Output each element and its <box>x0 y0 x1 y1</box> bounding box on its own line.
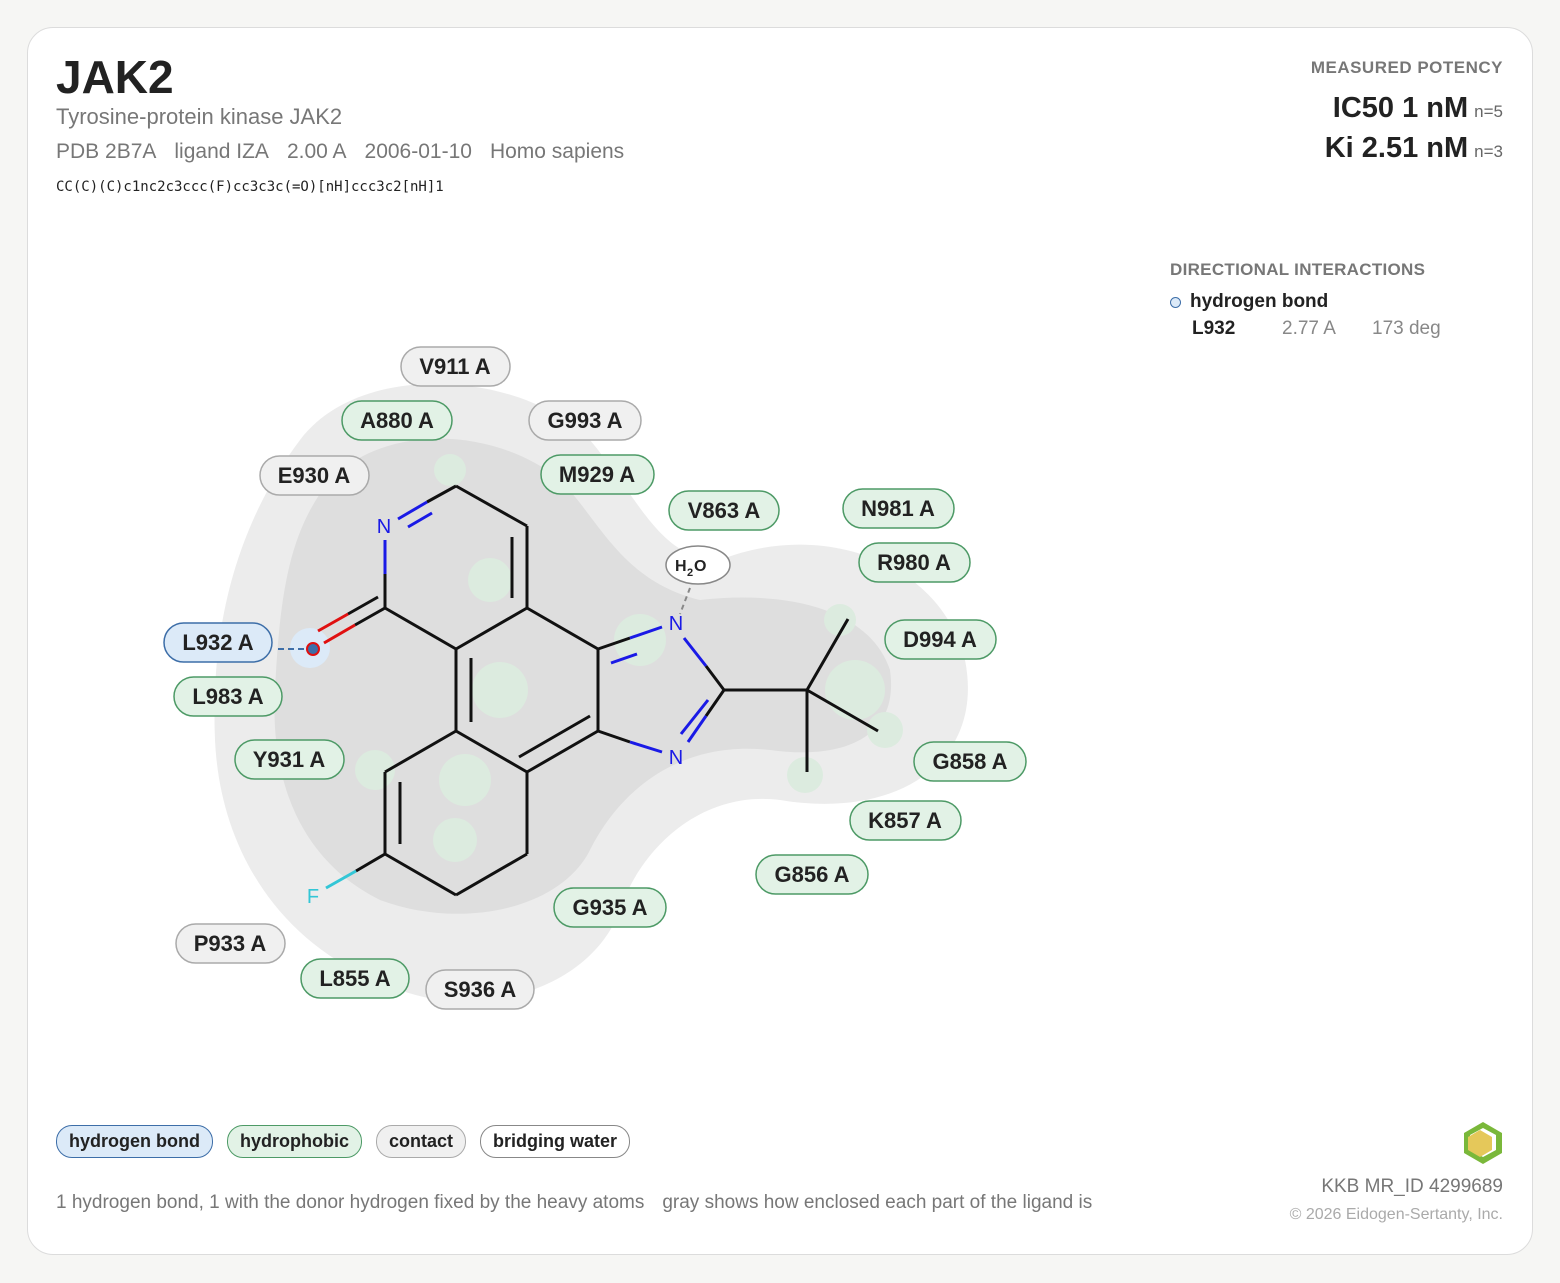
svg-text:L932 A: L932 A <box>182 630 253 655</box>
eidogen-logo-icon <box>1464 1122 1502 1164</box>
svg-text:P933 A: P933 A <box>194 931 267 956</box>
residue-r980[interactable]: R980 A <box>858 542 971 583</box>
atom-o-hbond <box>306 642 320 656</box>
atom-n-imidazole: N <box>669 747 683 769</box>
legend-contact: contact <box>375 1125 466 1158</box>
mr-id: KKB MR_ID 4299689 <box>1321 1176 1503 1197</box>
residue-l855[interactable]: L855 A <box>300 958 410 999</box>
copyright: © 2026 Eidogen-Sertanty, Inc. <box>1289 1206 1503 1223</box>
residue-g858[interactable]: G858 A <box>913 741 1027 782</box>
svg-text:G858 A: G858 A <box>932 749 1007 774</box>
footnote-enclosure: gray shows how enclosed each part of the… <box>662 1192 1093 1213</box>
residue-g993[interactable]: G993 A <box>528 400 642 441</box>
svg-text:M929 A: M929 A <box>559 462 635 487</box>
residue-p933[interactable]: P933 A <box>175 923 286 964</box>
interaction-diagram: N N N F H 2 O V911 A A880 A G993 A E930 … <box>163 346 1027 1010</box>
water-2: 2 <box>687 567 693 579</box>
svg-text:S936 A: S936 A <box>444 977 517 1002</box>
svg-text:L855 A: L855 A <box>319 966 390 991</box>
atom-n-imidazole-nh: N <box>669 613 683 635</box>
residue-y931[interactable]: Y931 A <box>234 739 345 780</box>
bridging-water: H 2 O <box>665 545 731 585</box>
residue-v863[interactable]: V863 A <box>668 490 780 531</box>
svg-text:A880 A: A880 A <box>360 408 434 433</box>
footnote-hbond: 1 hydrogen bond, 1 with the donor hydrog… <box>56 1192 645 1213</box>
svg-text:G993 A: G993 A <box>547 408 622 433</box>
residue-l932[interactable]: L932 A <box>163 622 273 663</box>
residue-s936[interactable]: S936 A <box>425 969 535 1010</box>
svg-text:L983 A: L983 A <box>192 684 263 709</box>
svg-text:K857 A: K857 A <box>868 808 942 833</box>
svg-text:D994 A: D994 A <box>903 627 977 652</box>
svg-text:N981 A: N981 A <box>861 496 935 521</box>
svg-text:Y931 A: Y931 A <box>253 747 326 772</box>
legend-hydrogen-bond: hydrogen bond <box>56 1125 213 1158</box>
svg-text:R980 A: R980 A <box>877 550 951 575</box>
residue-g935[interactable]: G935 A <box>553 887 667 928</box>
residue-m929[interactable]: M929 A <box>540 454 655 495</box>
legend-hydrophobic: hydrophobic <box>226 1125 362 1158</box>
svg-text:G856 A: G856 A <box>774 862 849 887</box>
water-h: H <box>675 558 687 575</box>
legend-bridging-water: bridging water <box>480 1125 631 1158</box>
legend: hydrogen bond hydrophobic contact bridgi… <box>56 1125 631 1158</box>
residue-e930[interactable]: E930 A <box>259 455 370 496</box>
water-o: O <box>694 558 706 575</box>
residue-a880[interactable]: A880 A <box>341 400 453 441</box>
atom-f: F <box>307 886 319 908</box>
residue-k857[interactable]: K857 A <box>849 800 962 841</box>
residue-g856[interactable]: G856 A <box>755 854 869 895</box>
residue-n981[interactable]: N981 A <box>842 488 955 529</box>
svg-text:E930 A: E930 A <box>278 463 351 488</box>
atom-n-pyridone: N <box>377 516 391 538</box>
residue-d994[interactable]: D994 A <box>884 619 997 660</box>
footnote: 1 hydrogen bond, 1 with the donor hydrog… <box>56 1192 1092 1214</box>
svg-text:V911 A: V911 A <box>419 354 490 379</box>
residue-l983[interactable]: L983 A <box>173 676 283 717</box>
svg-text:V863 A: V863 A <box>688 498 761 523</box>
residue-v911[interactable]: V911 A <box>400 346 511 387</box>
svg-text:G935 A: G935 A <box>572 895 647 920</box>
